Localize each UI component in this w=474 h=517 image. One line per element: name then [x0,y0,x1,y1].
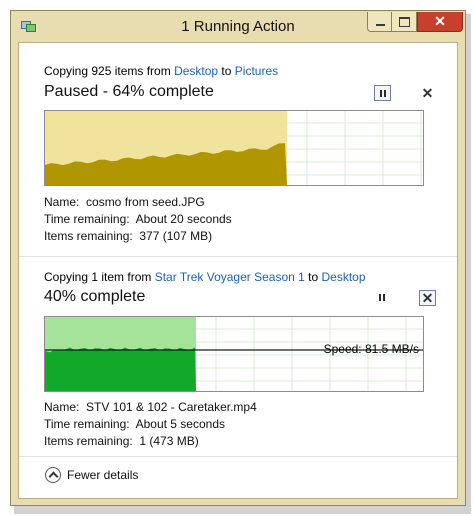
op2-name-label: Name: [44,400,80,414]
op2-to-text: to [304,270,322,284]
op1-items-value: 377 (107 MB) [139,229,213,243]
footer: Fewer details [19,456,457,498]
op1-status: Paused - 64% complete [44,83,214,100]
op2-items-label: Items remaining: [44,434,133,448]
op1-destination-link[interactable]: Pictures [235,64,278,78]
op2-name-row: Name: STV 101 & 102 - Caretaker.mp4 [44,400,257,414]
op1-time-value: About 20 seconds [135,212,232,226]
op2-pause-button[interactable] [374,290,391,306]
op1-name-value: cosmo from seed.JPG [86,195,205,209]
op1-time-label: Time remaining: [44,212,130,226]
op1-to-text: to [218,64,235,78]
op1-progress-graph [44,110,424,186]
op2-name-value: STV 101 & 102 - Caretaker.mp4 [86,400,257,414]
op1-header: Copying 925 items from Desktop to Pictur… [44,64,278,78]
op1-source-link[interactable]: Desktop [174,64,218,78]
grid-lines [287,111,423,185]
op2-copying-text: Copying 1 item from [44,270,155,284]
op2-time-value: About 5 seconds [135,417,226,431]
file-operation-window: 1 Running Action ✕ Copying 925 items fro… [10,10,466,506]
op1-time-row: Time remaining: About 20 seconds [44,212,232,226]
fewer-details-link[interactable]: Fewer details [67,468,138,482]
op1-speed-chart [45,111,423,185]
op2-progress-graph: Speed: 81.5 MB/s [44,316,424,392]
footer-divider [19,456,457,457]
operation-divider [19,256,457,257]
op2-time-label: Time remaining: [44,417,130,431]
op1-items-label: Items remaining: [44,229,133,243]
title-bar[interactable]: 1 Running Action ✕ [11,11,465,42]
op2-items-row: Items remaining: 1 (473 MB) [44,434,199,448]
speed-area [45,347,196,391]
op2-items-value: 1 (473 MB) [139,434,199,448]
close-icon: ✕ [434,13,446,29]
op2-cancel-button[interactable]: ✕ [419,290,436,306]
op2-destination-link[interactable]: Desktop [322,270,366,284]
op1-pause-button[interactable] [374,85,391,101]
op2-time-row: Time remaining: About 5 seconds [44,417,225,431]
close-window-button[interactable]: ✕ [417,12,463,32]
op1-cancel-button[interactable]: ✕ [419,86,436,102]
op2-speed-label: Speed: 81.5 MB/s [323,342,419,356]
maximize-button[interactable] [392,12,417,32]
op1-copying-text: Copying 925 items from [44,64,175,78]
operations-panel: Copying 925 items from Desktop to Pictur… [18,42,458,499]
op2-source-link[interactable]: Star Trek Voyager Season 1 [155,270,305,284]
op1-items-row: Items remaining: 377 (107 MB) [44,229,212,243]
op2-status: 40% complete [44,288,146,305]
op1-name-row: Name: cosmo from seed.JPG [44,195,205,209]
op2-header: Copying 1 item from Star Trek Voyager Se… [44,270,366,284]
minimize-button[interactable] [367,12,392,32]
op1-name-label: Name: [44,195,80,209]
chevron-up-icon[interactable] [45,467,61,483]
